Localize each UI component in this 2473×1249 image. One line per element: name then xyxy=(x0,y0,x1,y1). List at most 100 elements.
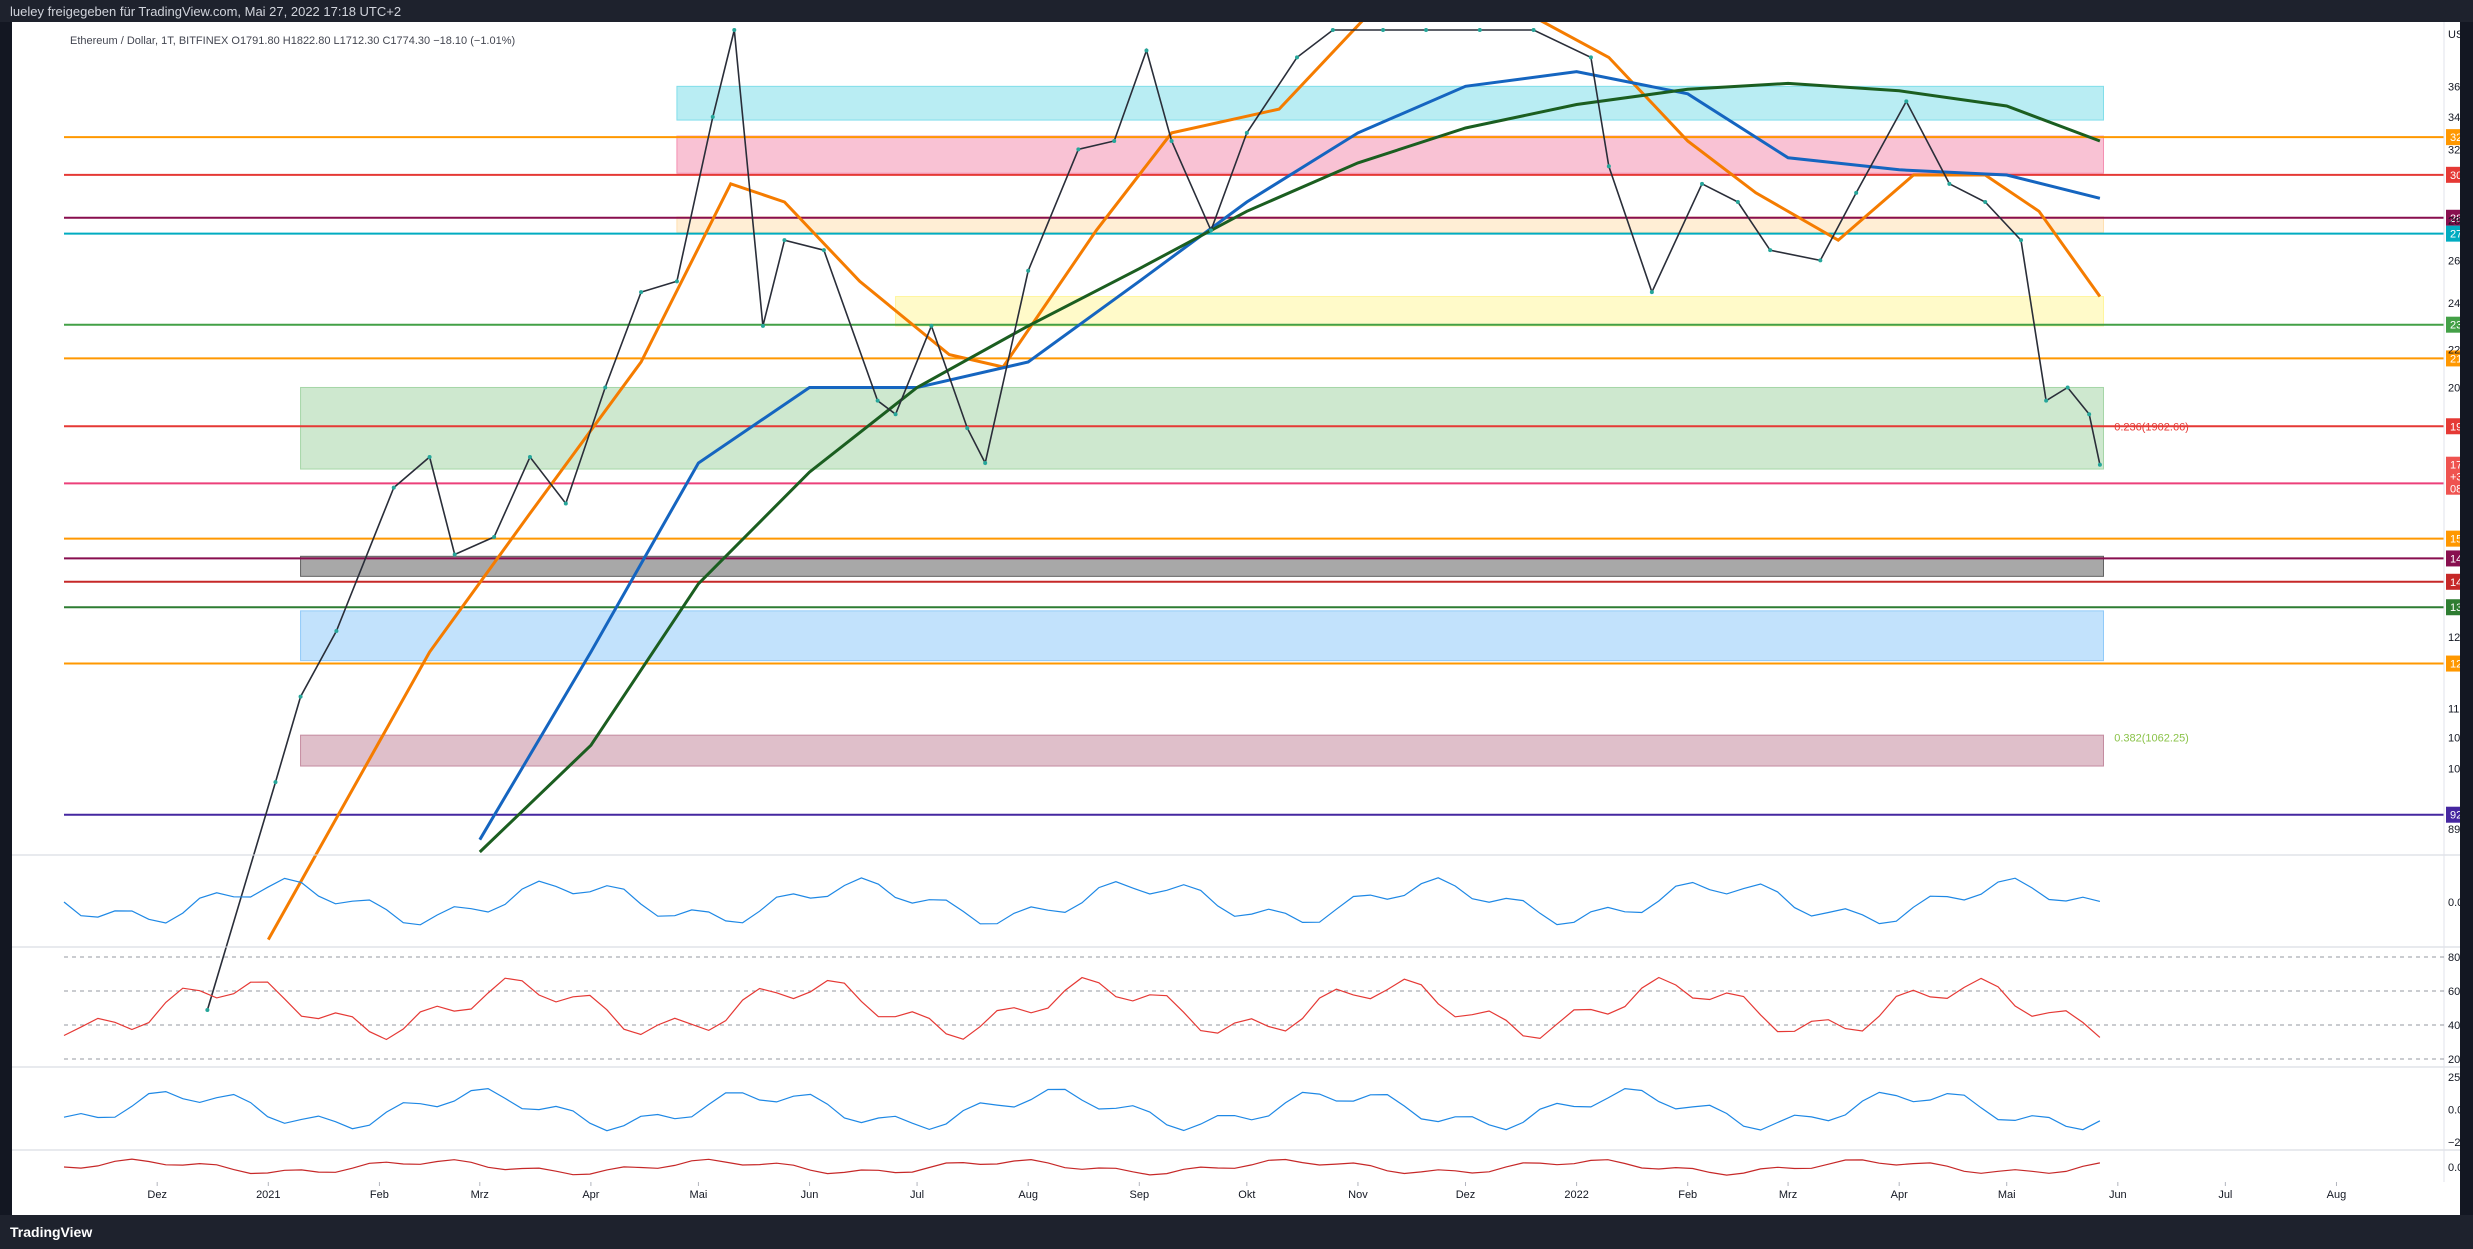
price-point xyxy=(1208,228,1213,233)
y-tick-label: 1065.00 xyxy=(2448,733,2460,745)
zone xyxy=(300,734,2104,767)
price-point xyxy=(1735,199,1740,204)
price-point xyxy=(1169,139,1174,144)
level-label: 1425.42 xyxy=(2450,577,2460,589)
indicator-tick-label: 20.00 xyxy=(2448,1054,2460,1066)
price-point xyxy=(732,28,737,32)
last-price-text: 08:41:46 xyxy=(2450,484,2460,496)
level-label: 922.10 xyxy=(2450,810,2460,822)
price-point xyxy=(1588,55,1593,60)
x-tick-label: Dez xyxy=(147,1189,167,1201)
x-tick-label: Apr xyxy=(1891,1189,1908,1201)
x-tick-label: Mrz xyxy=(1779,1189,1797,1201)
level-label: 2305.35 xyxy=(2450,320,2460,332)
price-point xyxy=(639,290,644,295)
price-point xyxy=(1381,28,1386,32)
x-tick-label: Nov xyxy=(1348,1189,1368,1201)
price-point xyxy=(674,279,679,284)
publisher-bar: lueley freigegeben für TradingView.com, … xyxy=(0,0,2473,22)
price-point xyxy=(2097,462,2102,467)
price-point xyxy=(1330,28,1335,32)
price-point xyxy=(205,1008,210,1013)
chart-frame: 3273.743051.052815.572733.262305.352164.… xyxy=(12,0,2473,1215)
y-tick-label: 3400.00 xyxy=(2448,112,2460,124)
x-tick-label: Feb xyxy=(1678,1189,1697,1201)
x-tick-label: Apr xyxy=(582,1189,599,1201)
price-point xyxy=(1477,28,1482,32)
fib-annotation: 0.382(1062.25) xyxy=(2114,733,2189,745)
level-label: 1545.18 xyxy=(2450,534,2460,546)
price-point xyxy=(1818,258,1823,263)
indicator-line xyxy=(63,1087,2101,1132)
x-tick-label: 2022 xyxy=(1564,1189,1588,1201)
indicator-line xyxy=(63,1158,2101,1176)
x-tick-label: Aug xyxy=(2327,1189,2347,1201)
y-tick-label: 898.00 xyxy=(2448,824,2460,836)
footer-bar: TradingView xyxy=(0,1215,2473,1249)
x-tick-label: Jul xyxy=(910,1189,924,1201)
zone xyxy=(300,610,2104,662)
fib-annotation: 0.236(1902.66) xyxy=(2114,421,2189,433)
price-point xyxy=(603,385,608,390)
zone xyxy=(676,216,2104,233)
price-point xyxy=(929,323,934,328)
y-tick-label: 3200.00 xyxy=(2448,144,2460,156)
x-tick-label: Okt xyxy=(1238,1189,1255,1201)
price-point xyxy=(1606,164,1611,169)
level-label: 1223.31 xyxy=(2450,659,2460,671)
last-price-text: 1774.30 xyxy=(2450,460,2460,472)
x-tick-label: Feb xyxy=(370,1189,389,1201)
price-point xyxy=(2044,398,2049,403)
indicator-tick-label: 80.00 xyxy=(2448,952,2460,964)
y-tick-label: 1125.00 xyxy=(2448,703,2460,715)
price-point xyxy=(563,501,568,506)
chart-canvas[interactable]: 3273.743051.052815.572733.262305.352164.… xyxy=(12,0,2473,1215)
price-point xyxy=(391,485,396,490)
tradingview-logo[interactable]: TradingView xyxy=(10,1224,92,1240)
price-point xyxy=(782,238,787,243)
level-label: 1906.53 xyxy=(2450,421,2460,433)
x-tick-label: Mai xyxy=(1998,1189,2016,1201)
y-tick-label: 1285.00 xyxy=(2448,632,2460,644)
last-price-text: +306.99% xyxy=(2450,472,2460,484)
price-point xyxy=(527,455,532,460)
x-tick-label: Sep xyxy=(1130,1189,1150,1201)
price-point xyxy=(965,426,970,431)
x-axis: Dez 2021 Feb Mrz Apr Mai Jun Jul Aug Sep Okt Nov Dez… xyxy=(147,1182,2346,1201)
x-tick-label: Aug xyxy=(1018,1189,1038,1201)
chart-title: Ethereum / Dollar, 1T, BITFINEX O1791.80… xyxy=(70,35,515,47)
y-tick-label: 3600.00 xyxy=(2448,81,2460,93)
price-point xyxy=(273,780,278,785)
price-point xyxy=(2019,238,2024,243)
x-tick-label: Jun xyxy=(2109,1189,2127,1201)
x-tick-label: 2021 xyxy=(256,1189,280,1201)
x-tick-label: Jul xyxy=(2218,1189,2232,1201)
price-point xyxy=(427,455,432,460)
price-line xyxy=(206,29,2101,1011)
x-tick-label: Mai xyxy=(690,1189,708,1201)
indicator-tick-label: 0.00 xyxy=(2448,1105,2460,1117)
price-point xyxy=(1112,139,1117,144)
indicator-tick-label: 0.00 xyxy=(2448,1162,2460,1174)
x-tick-label: Mrz xyxy=(471,1189,489,1201)
price-point xyxy=(1649,290,1654,295)
price-point xyxy=(492,534,497,539)
price-point xyxy=(334,629,339,634)
level-label: 2733.26 xyxy=(2450,229,2460,241)
price-point xyxy=(1295,55,1300,60)
levels-layer: 3273.743051.052815.572733.262305.352164.… xyxy=(64,129,2473,823)
price-point xyxy=(1768,248,1773,253)
price-point xyxy=(1854,190,1859,195)
x-tick-label: Jun xyxy=(801,1189,819,1201)
price-point xyxy=(710,114,715,119)
price-point xyxy=(1026,268,1031,273)
price-point xyxy=(893,412,898,417)
y-tick-label: 2800.00 xyxy=(2448,216,2460,228)
currency-label: USD xyxy=(2448,29,2460,41)
price-point xyxy=(1947,181,1952,186)
x-tick-label: Dez xyxy=(1456,1189,1476,1201)
y-tick-label: 1005.00 xyxy=(2448,764,2460,776)
price-point xyxy=(1244,130,1249,135)
price-point xyxy=(1144,48,1149,53)
y-tick-label: 2050.00 xyxy=(2448,382,2460,394)
